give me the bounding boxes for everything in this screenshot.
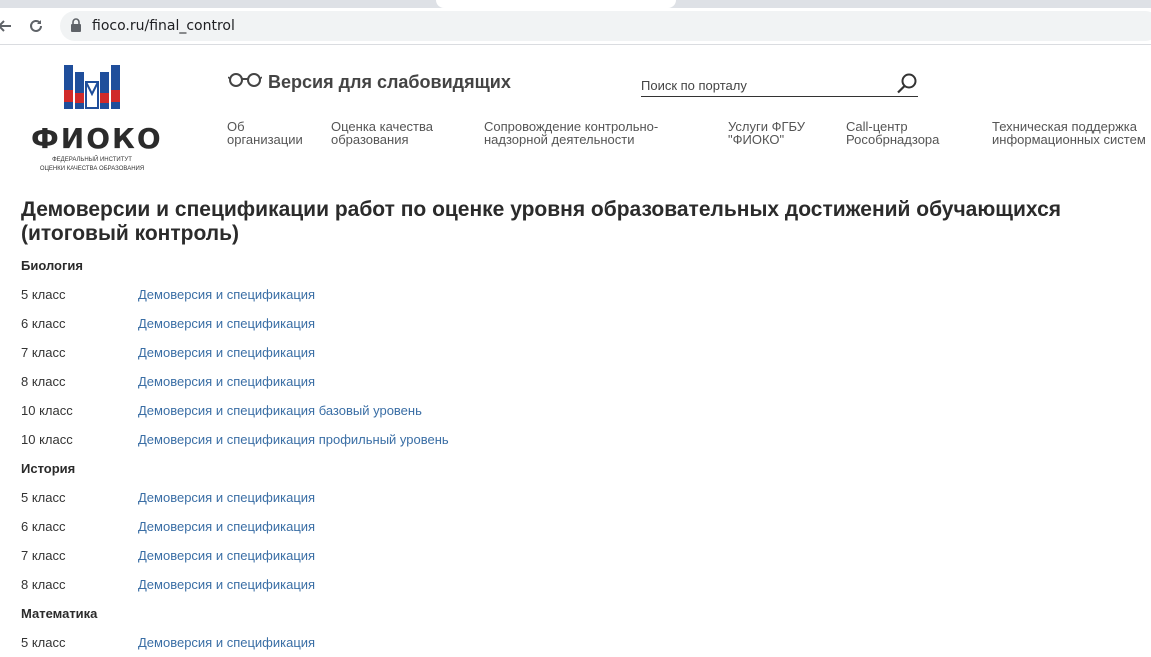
list-item: 5 класс Демоверсия и спецификация xyxy=(21,483,1131,512)
demo-link[interactable]: Демоверсия и спецификация xyxy=(138,512,315,541)
grade-label: 5 класс xyxy=(21,287,66,302)
logo-subtitle-line1: Федеральный институт xyxy=(52,157,132,163)
list-item: 6 класс Демоверсия и спецификация xyxy=(21,512,1131,541)
menu-item-control-support[interactable]: Сопровождение контрольно- надзорной деят… xyxy=(484,120,658,146)
menu-item-tech-support[interactable]: Техническая поддержка информационных сис… xyxy=(992,120,1146,146)
search-box xyxy=(641,72,918,97)
list-item: 5 класс Демоверсия и спецификация xyxy=(21,628,1131,657)
reload-icon[interactable] xyxy=(26,16,46,36)
list-item: 7 класс Демоверсия и спецификация xyxy=(21,541,1131,570)
demo-link[interactable]: Демоверсия и спецификация xyxy=(138,367,315,396)
grade-label: 10 класс xyxy=(21,432,73,447)
page-title: Демоверсии и спецификации работ по оценк… xyxy=(21,198,1062,245)
subject-heading: История xyxy=(21,461,76,476)
menu-item-call-center[interactable]: Call-центр Рособрнадзора xyxy=(846,120,939,146)
menu-item-services[interactable]: Услуги ФГБУ "ФИОКО" xyxy=(728,120,805,146)
fioco-logo[interactable]: ФИОКО Федеральный институт оценки качест… xyxy=(30,62,161,178)
menu-item-label: "ФИОКО" xyxy=(728,132,785,147)
grade-label: 5 класс xyxy=(21,635,66,650)
low-vision-link[interactable]: Версия для слабовидящих xyxy=(227,72,511,93)
demo-link[interactable]: Демоверсия и спецификация xyxy=(138,338,315,367)
grade-label: 6 класс xyxy=(21,519,66,534)
demo-link[interactable]: Демоверсия и спецификация xyxy=(138,309,315,338)
demo-link[interactable]: Демоверсия и спецификация xyxy=(138,541,315,570)
url-text: fioco.ru/final_control xyxy=(92,18,235,34)
demo-link[interactable]: Демоверсия и спецификация xyxy=(138,570,315,599)
list-item: 5 класс Демоверсия и спецификация xyxy=(21,280,1131,309)
grade-label: 7 класс xyxy=(21,548,66,563)
search-input[interactable] xyxy=(641,78,881,93)
lock-icon xyxy=(70,18,82,38)
list-item: 8 класс Демоверсия и спецификация xyxy=(21,570,1131,599)
logo-wordmark: ФИОКО xyxy=(31,122,163,155)
browser-toolbar: fioco.ru/final_control xyxy=(0,8,1151,45)
demo-link[interactable]: Демоверсия и спецификация xyxy=(138,280,315,309)
browser-tab-strip xyxy=(0,0,1151,8)
menu-item-label: надзорной деятельности xyxy=(484,132,635,147)
menu-item-label: образования xyxy=(331,132,409,147)
logo-emblem-icon xyxy=(64,65,120,109)
grade-label: 8 класс xyxy=(21,374,66,389)
back-arrow-icon[interactable] xyxy=(0,16,14,36)
list-item: 10 класс Демоверсия и спецификация базов… xyxy=(21,396,1131,425)
menu-item-label: информационных систем xyxy=(992,132,1146,147)
subject-heading: Математика xyxy=(21,606,98,621)
low-vision-label: Версия для слабовидящих xyxy=(268,72,511,92)
active-tab[interactable] xyxy=(436,0,676,8)
glasses-icon xyxy=(227,72,263,93)
demo-link[interactable]: Демоверсия и спецификация базовый уровен… xyxy=(138,396,422,425)
demo-link[interactable]: Демоверсия и спецификация xyxy=(138,483,315,512)
grade-label: 10 класс xyxy=(21,403,73,418)
demo-link[interactable]: Демоверсия и спецификация xyxy=(138,628,315,657)
list-item: 8 класс Демоверсия и спецификация xyxy=(21,367,1131,396)
grade-label: 6 класс xyxy=(21,316,66,331)
demo-link[interactable]: Демоверсия и спецификация профильный уро… xyxy=(138,425,449,454)
menu-item-about[interactable]: Об организации xyxy=(227,120,303,146)
menu-item-label: организации xyxy=(227,132,303,147)
search-icon[interactable] xyxy=(896,72,918,94)
address-bar[interactable]: fioco.ru/final_control xyxy=(60,11,1151,41)
list-item: 7 класс Демоверсия и спецификация xyxy=(21,338,1131,367)
grade-label: 7 класс xyxy=(21,345,66,360)
grade-label: 5 класс xyxy=(21,490,66,505)
list-item: 10 класс Демоверсия и спецификация профи… xyxy=(21,425,1131,454)
grade-label: 8 класс xyxy=(21,577,66,592)
menu-item-quality-assessment[interactable]: Оценка качества образования xyxy=(331,120,433,146)
logo-subtitle-line2: оценки качества образования xyxy=(39,166,145,172)
demo-list: Биология 5 класс Демоверсия и спецификац… xyxy=(21,251,1131,657)
list-item: 6 класс Демоверсия и спецификация xyxy=(21,309,1131,338)
menu-item-label: Рособрнадзора xyxy=(846,132,940,147)
subject-heading: Биология xyxy=(21,258,83,273)
